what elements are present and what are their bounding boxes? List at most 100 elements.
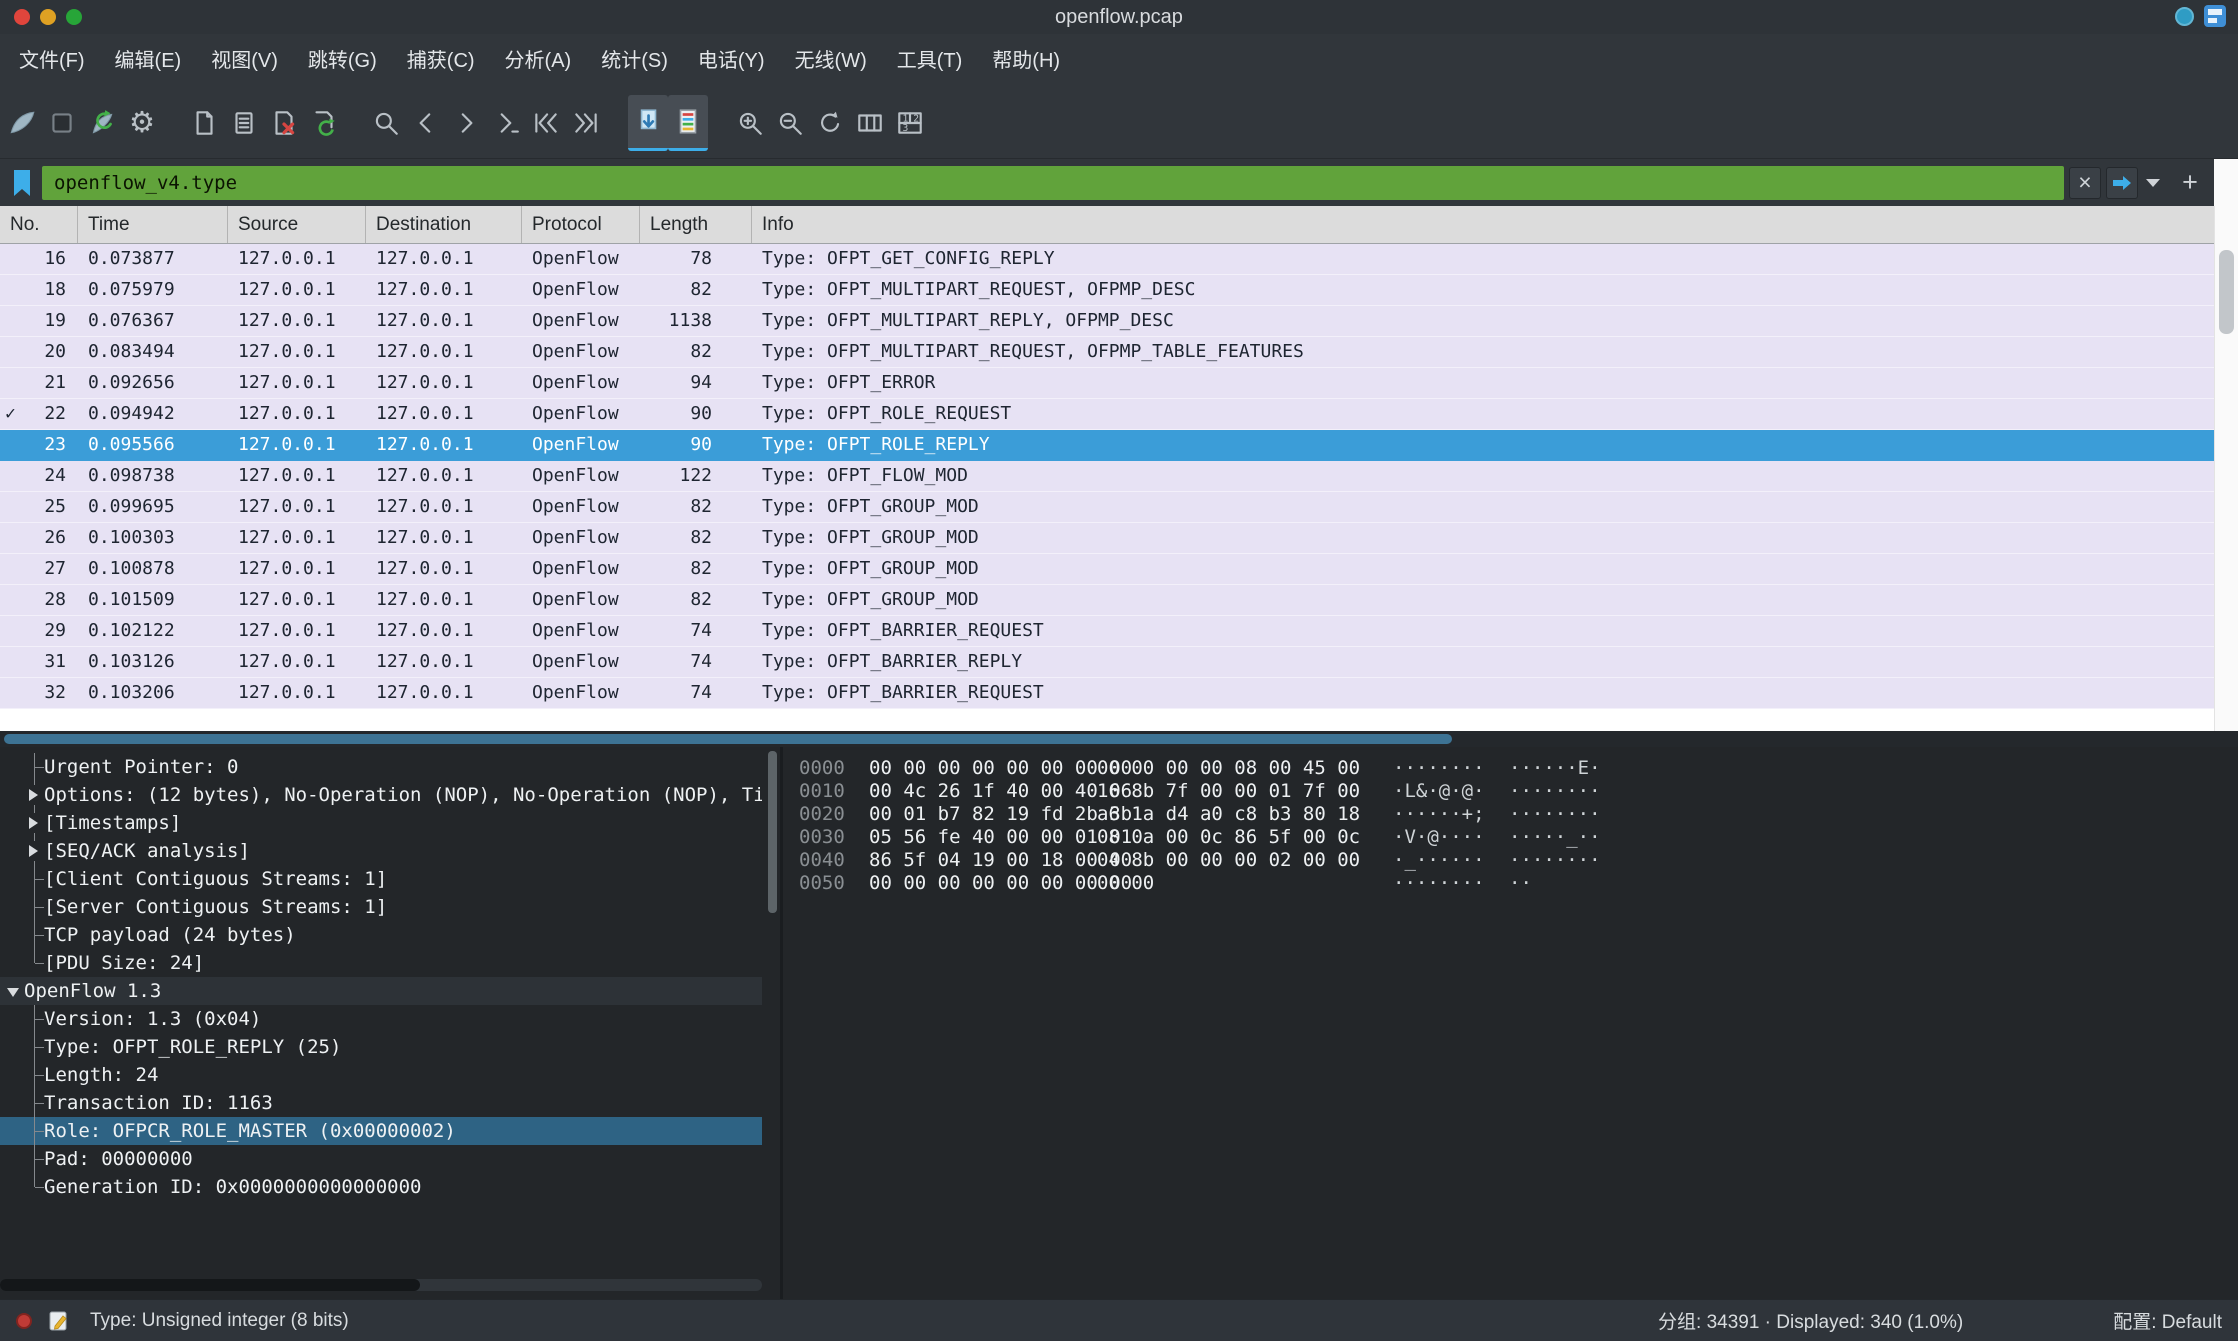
close-file-button[interactable]	[264, 95, 304, 151]
reload-file-button[interactable]	[304, 95, 344, 151]
display-filter-input[interactable]: openflow_v4.type	[42, 166, 2064, 200]
menu-wireless[interactable]: 无线(W)	[780, 34, 882, 88]
detail-row-selected[interactable]: Role: OFPCR_ROLE_MASTER (0x00000002)	[0, 1117, 762, 1145]
packet-row[interactable]: 16 0.073877 127.0.0.1 127.0.0.1 OpenFlow…	[0, 244, 2214, 275]
start-capture-button[interactable]	[2, 95, 42, 151]
detail-row[interactable]: Urgent Pointer: 0	[0, 753, 762, 781]
menu-tools[interactable]: 工具(T)	[882, 34, 978, 88]
expand-right-icon[interactable]	[29, 817, 38, 829]
packet-row[interactable]: 32 0.103206 127.0.0.1 127.0.0.1 OpenFlow…	[0, 678, 2214, 709]
column-header-protocol[interactable]: Protocol	[522, 206, 640, 243]
tray-status-icon[interactable]	[2175, 7, 2194, 26]
packet-row[interactable]: 19 0.076367 127.0.0.1 127.0.0.1 OpenFlow…	[0, 306, 2214, 337]
goto-icon	[491, 108, 521, 138]
filter-dropdown-caret[interactable]	[2146, 179, 2160, 187]
zoom-in-button[interactable]	[730, 95, 770, 151]
clear-icon: ×	[2078, 171, 2091, 194]
menu-capture[interactable]: 捕获(C)	[392, 34, 490, 88]
open-file-button[interactable]	[184, 95, 224, 151]
hex-line: 001000 4c 26 1f 40 00 40 0616 8b 7f 00 0…	[799, 780, 2238, 803]
column-header-time[interactable]: Time	[78, 206, 228, 243]
go-forward-button[interactable]	[446, 95, 486, 151]
detail-row[interactable]: Version: 1.3 (0x04)	[0, 1005, 762, 1033]
menu-go[interactable]: 跳转(G)	[293, 34, 392, 88]
find-packet-button[interactable]	[366, 95, 406, 151]
expand-right-icon[interactable]	[29, 845, 38, 857]
packet-row-selected[interactable]: 23 0.095566 127.0.0.1 127.0.0.1 OpenFlow…	[0, 430, 2214, 461]
details-hscrollbar[interactable]	[0, 1279, 762, 1291]
scrollbar-thumb[interactable]	[0, 1279, 420, 1291]
column-header-source[interactable]: Source	[228, 206, 366, 243]
go-to-packet-button[interactable]	[486, 95, 526, 151]
add-filter-button[interactable]: +	[2172, 166, 2208, 200]
column-header-info[interactable]: Info	[752, 206, 2214, 243]
number-columns-button[interactable]: 123	[890, 95, 930, 151]
detail-row[interactable]: Generation ID: 0x0000000000000000	[0, 1173, 762, 1201]
save-file-button[interactable]	[224, 95, 264, 151]
go-back-button[interactable]	[406, 95, 446, 151]
menu-help[interactable]: 帮助(H)	[977, 34, 1075, 88]
zoom-out-button[interactable]	[770, 95, 810, 151]
packet-row[interactable]: 25 0.099695 127.0.0.1 127.0.0.1 OpenFlow…	[0, 492, 2214, 523]
input-method-icon[interactable]	[2204, 5, 2226, 27]
packet-row[interactable]: 26 0.100303 127.0.0.1 127.0.0.1 OpenFlow…	[0, 523, 2214, 554]
packet-list-hscrollbar[interactable]	[0, 731, 2238, 747]
packet-row[interactable]: 31 0.103126 127.0.0.1 127.0.0.1 OpenFlow…	[0, 647, 2214, 678]
column-header-no[interactable]: No.	[0, 206, 78, 243]
reload-file-icon	[309, 108, 339, 138]
stop-capture-button[interactable]	[42, 95, 82, 151]
profile-status[interactable]: 配置: Default	[2113, 1307, 2222, 1334]
packet-row[interactable]: 27 0.100878 127.0.0.1 127.0.0.1 OpenFlow…	[0, 554, 2214, 585]
expert-info-icon[interactable]	[16, 1313, 32, 1329]
detail-row[interactable]: [PDU Size: 24]	[0, 949, 762, 977]
detail-row[interactable]: Transaction ID: 1163	[0, 1089, 762, 1117]
detail-row[interactable]: Type: OFPT_ROLE_REPLY (25)	[0, 1033, 762, 1061]
detail-row[interactable]: [Client Contiguous Streams: 1]	[0, 865, 762, 893]
menu-file[interactable]: 文件(F)	[4, 34, 100, 88]
detail-row[interactable]: [SEQ/ACK analysis]	[0, 837, 762, 865]
detail-row[interactable]: [Server Contiguous Streams: 1]	[0, 893, 762, 921]
menu-view[interactable]: 视图(V)	[196, 34, 293, 88]
go-first-button[interactable]	[526, 95, 566, 151]
scrollbar-thumb[interactable]	[2219, 250, 2234, 334]
detail-row[interactable]: [Timestamps]	[0, 809, 762, 837]
bookmark-icon[interactable]	[10, 168, 34, 198]
detail-row-openflow[interactable]: OpenFlow 1.3	[0, 977, 762, 1005]
resize-columns-button[interactable]	[850, 95, 890, 151]
details-vscrollbar[interactable]	[768, 751, 777, 913]
packet-row[interactable]: ✓22 0.094942 127.0.0.1 127.0.0.1 OpenFlo…	[0, 399, 2214, 430]
expand-right-icon[interactable]	[29, 789, 38, 801]
menu-analyze[interactable]: 分析(A)	[490, 34, 587, 88]
clear-filter-button[interactable]: ×	[2069, 167, 2101, 199]
packet-row[interactable]: 29 0.102122 127.0.0.1 127.0.0.1 OpenFlow…	[0, 616, 2214, 647]
packet-list-vscrollbar[interactable]	[2214, 206, 2238, 731]
capture-options-button[interactable]: ⚙	[122, 95, 162, 151]
packet-bytes-pane[interactable]: 000000 00 00 00 00 00 00 0000 00 00 00 0…	[783, 747, 2238, 1299]
column-header-destination[interactable]: Destination	[366, 206, 522, 243]
detail-row[interactable]: TCP payload (24 bytes)	[0, 921, 762, 949]
go-last-button[interactable]	[566, 95, 606, 151]
annotation-icon[interactable]	[48, 1310, 70, 1332]
restart-capture-button[interactable]	[82, 95, 122, 151]
packet-row[interactable]: 20 0.083494 127.0.0.1 127.0.0.1 OpenFlow…	[0, 337, 2214, 368]
column-header-length[interactable]: Length	[640, 206, 752, 243]
menu-telephony[interactable]: 电话(Y)	[683, 34, 780, 88]
packet-row[interactable]: 28 0.101509 127.0.0.1 127.0.0.1 OpenFlow…	[0, 585, 2214, 616]
packet-row[interactable]: 18 0.075979 127.0.0.1 127.0.0.1 OpenFlow…	[0, 275, 2214, 306]
packet-row[interactable]: 24 0.098738 127.0.0.1 127.0.0.1 OpenFlow…	[0, 461, 2214, 492]
scrollbar-thumb[interactable]	[4, 734, 1452, 744]
collapse-down-icon[interactable]	[7, 988, 19, 997]
open-file-icon	[189, 108, 219, 138]
detail-row[interactable]: Options: (12 bytes), No-Operation (NOP),…	[0, 781, 762, 809]
menu-edit[interactable]: 编辑(E)	[100, 34, 197, 88]
detail-row[interactable]: Pad: 00000000	[0, 1145, 762, 1173]
zoom-reset-button[interactable]	[810, 95, 850, 151]
menu-statistics[interactable]: 统计(S)	[586, 34, 683, 88]
colorize-button[interactable]	[668, 95, 708, 151]
detail-row[interactable]: Length: 24	[0, 1061, 762, 1089]
auto-scroll-button[interactable]	[628, 95, 668, 151]
colorize-icon	[673, 107, 703, 137]
packet-row[interactable]: 21 0.092656 127.0.0.1 127.0.0.1 OpenFlow…	[0, 368, 2214, 399]
apply-filter-button[interactable]	[2106, 167, 2138, 199]
packet-count-status: 分组: 34391 · Displayed: 340 (1.0%)	[1658, 1307, 1963, 1334]
